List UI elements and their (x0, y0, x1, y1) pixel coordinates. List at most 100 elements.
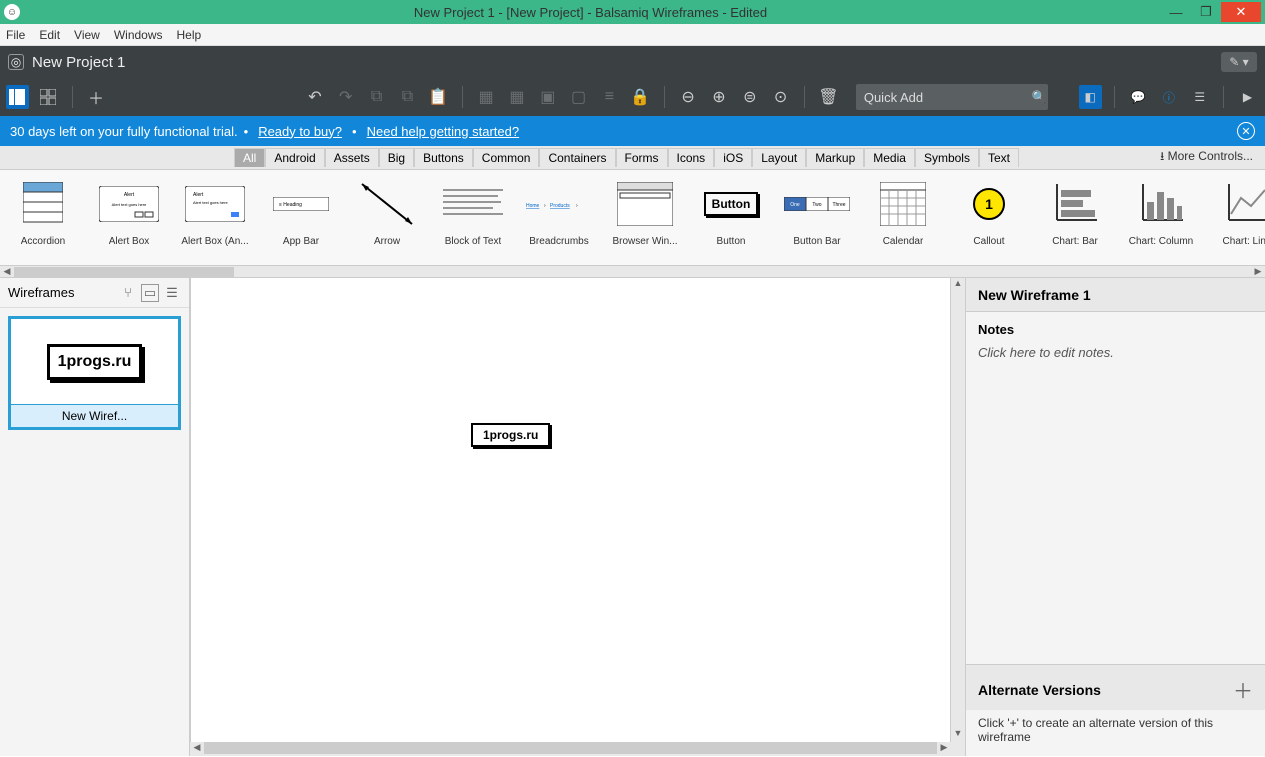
edit-project-button[interactable]: ✎ ▾ (1221, 52, 1257, 72)
notes-field[interactable]: Click here to edit notes. (978, 345, 1253, 360)
gallery-item[interactable]: ≡ HeadingApp Bar (258, 176, 344, 265)
toggle-ui-icon[interactable]: ◧ (1079, 85, 1102, 109)
filter-tab-containers[interactable]: Containers (539, 148, 615, 167)
fullscreen-icon[interactable]: ▶ (1236, 85, 1259, 109)
gallery-item[interactable]: Chart: Column (1118, 176, 1204, 265)
gallery-item[interactable]: Chart: Bar (1032, 176, 1118, 265)
svg-text:1: 1 (985, 196, 993, 212)
zoom-out-icon[interactable]: ⊖ (677, 85, 700, 109)
filter-tab-big[interactable]: Big (379, 148, 414, 167)
scroll-left-icon[interactable]: ◀ (190, 742, 204, 756)
zoom-actual-icon[interactable]: ⊙ (769, 85, 792, 109)
svg-text:Alert text goes here: Alert text goes here (193, 200, 228, 205)
svg-text:Three: Three (832, 202, 845, 208)
delete-icon[interactable]: 🗑 (817, 85, 840, 109)
canvas-horizontal-scrollbar[interactable]: ◀ ▶ (190, 742, 965, 756)
canvas-button-element[interactable]: 1progs.ru (471, 423, 550, 447)
canvas-wrap: 1progs.ru ▲ ▼ ◀ ▶ (190, 278, 965, 756)
toggle-thumbnails-icon[interactable]: ▭ (141, 284, 159, 302)
svg-text:Alert text goes here: Alert text goes here (112, 202, 147, 207)
filter-tab-all[interactable]: All (234, 148, 265, 167)
ready-to-buy-link[interactable]: Ready to buy? (258, 124, 342, 139)
ungroup-icon[interactable]: ▦ (506, 85, 529, 109)
filter-tab-common[interactable]: Common (473, 148, 540, 167)
dismiss-banner-button[interactable]: ✕ (1237, 122, 1255, 140)
list-view-icon[interactable]: ☰ (163, 284, 181, 302)
scroll-left-icon[interactable]: ◀ (0, 266, 14, 277)
menu-edit[interactable]: Edit (39, 28, 60, 42)
control-gallery: Accordion AlertAlert text goes hereAlert… (0, 170, 1265, 266)
comments-icon[interactable]: 💬 (1127, 85, 1150, 109)
svg-text:One: One (790, 202, 800, 208)
paste-icon[interactable]: ⧉ (396, 85, 419, 109)
menu-windows[interactable]: Windows (114, 28, 163, 42)
filter-tab-android[interactable]: Android (265, 148, 324, 167)
filter-tab-ios[interactable]: iOS (714, 148, 752, 167)
gallery-item[interactable]: AlertAlert text goes hereAlert Box (An..… (172, 176, 258, 265)
zoom-in-icon[interactable]: ⊕ (708, 85, 731, 109)
filter-tab-assets[interactable]: Assets (325, 148, 379, 167)
more-controls-button[interactable]: ⭳ More Controls... (1152, 145, 1261, 170)
info-icon[interactable]: ⓘ (1157, 85, 1180, 109)
view-single-icon[interactable] (6, 85, 29, 109)
gallery-item[interactable]: ButtonButton (688, 176, 774, 265)
gallery-item[interactable]: Accordion (0, 176, 86, 265)
clipboard-icon[interactable]: 📋 (427, 85, 450, 109)
gallery-item[interactable]: OneTwoThreeButton Bar (774, 176, 860, 265)
properties-icon[interactable]: ☰ (1188, 85, 1211, 109)
scroll-right-icon[interactable]: ▶ (937, 742, 951, 756)
lock-icon[interactable]: 🔒 (629, 85, 652, 109)
quick-add-input[interactable] (856, 84, 1048, 110)
view-grid-icon[interactable] (37, 85, 60, 109)
add-alternate-button[interactable]: ＋ (1233, 675, 1253, 704)
close-button[interactable]: ✕ (1221, 2, 1261, 22)
copy-icon[interactable]: ⧉ (365, 85, 388, 109)
project-name[interactable]: New Project 1 (32, 54, 125, 71)
maximize-button[interactable]: ❐ (1191, 2, 1221, 22)
filter-tab-symbols[interactable]: Symbols (915, 148, 979, 167)
gallery-item[interactable]: 1Callout (946, 176, 1032, 265)
menu-view[interactable]: View (74, 28, 100, 42)
add-icon[interactable]: ＋ (85, 85, 108, 109)
scroll-down-icon[interactable]: ▼ (951, 728, 965, 742)
gallery-item[interactable]: Block of Text (430, 176, 516, 265)
canvas[interactable]: 1progs.ru (190, 278, 951, 742)
gallery-scrollbar[interactable]: ◀ ▶ (0, 266, 1265, 278)
svg-text:›: › (576, 203, 578, 209)
gallery-item[interactable]: Chart: Line (1204, 176, 1265, 265)
canvas-vertical-scrollbar[interactable]: ▲ ▼ (951, 278, 965, 742)
filter-tab-forms[interactable]: Forms (616, 148, 668, 167)
filter-tab-markup[interactable]: Markup (806, 148, 864, 167)
filter-tab-layout[interactable]: Layout (752, 148, 806, 167)
menu-help[interactable]: Help (177, 28, 202, 42)
branch-icon[interactable]: ⑂ (119, 284, 137, 302)
send-back-icon[interactable]: ▢ (567, 85, 590, 109)
wireframes-panel: Wireframes ⑂ ▭ ☰ 1progs.ru New Wiref... (0, 278, 190, 756)
filter-tab-text[interactable]: Text (979, 148, 1019, 167)
zoom-fit-icon[interactable]: ⊜ (738, 85, 761, 109)
wireframe-thumbnail[interactable]: 1progs.ru New Wiref... (8, 316, 181, 430)
gallery-item[interactable]: Home›Products›Breadcrumbs (516, 176, 602, 265)
scrollbar-thumb[interactable] (14, 267, 234, 277)
bring-front-icon[interactable]: ▣ (536, 85, 559, 109)
redo-icon[interactable]: ↷ (334, 85, 357, 109)
align-icon[interactable]: ≡ (598, 85, 621, 109)
filter-tab-buttons[interactable]: Buttons (414, 148, 473, 167)
minimize-button[interactable]: — (1161, 2, 1191, 22)
trial-banner: 30 days left on your fully functional tr… (0, 116, 1265, 146)
gallery-item[interactable]: AlertAlert text goes hereAlert Box (86, 176, 172, 265)
gallery-item[interactable]: Browser Win... (602, 176, 688, 265)
scroll-right-icon[interactable]: ▶ (1251, 266, 1265, 277)
svg-text:Home: Home (526, 203, 540, 209)
filter-tab-icons[interactable]: Icons (668, 148, 715, 167)
svg-text:Alert: Alert (193, 192, 204, 198)
gallery-item[interactable]: Calendar (860, 176, 946, 265)
scrollbar-thumb[interactable] (204, 742, 937, 754)
gallery-item[interactable]: Arrow (344, 176, 430, 265)
help-getting-started-link[interactable]: Need help getting started? (367, 124, 520, 139)
scroll-up-icon[interactable]: ▲ (951, 278, 965, 292)
group-icon[interactable]: ▦ (475, 85, 498, 109)
menu-file[interactable]: File (6, 28, 25, 42)
filter-tab-media[interactable]: Media (864, 148, 915, 167)
undo-icon[interactable]: ↶ (303, 85, 326, 109)
